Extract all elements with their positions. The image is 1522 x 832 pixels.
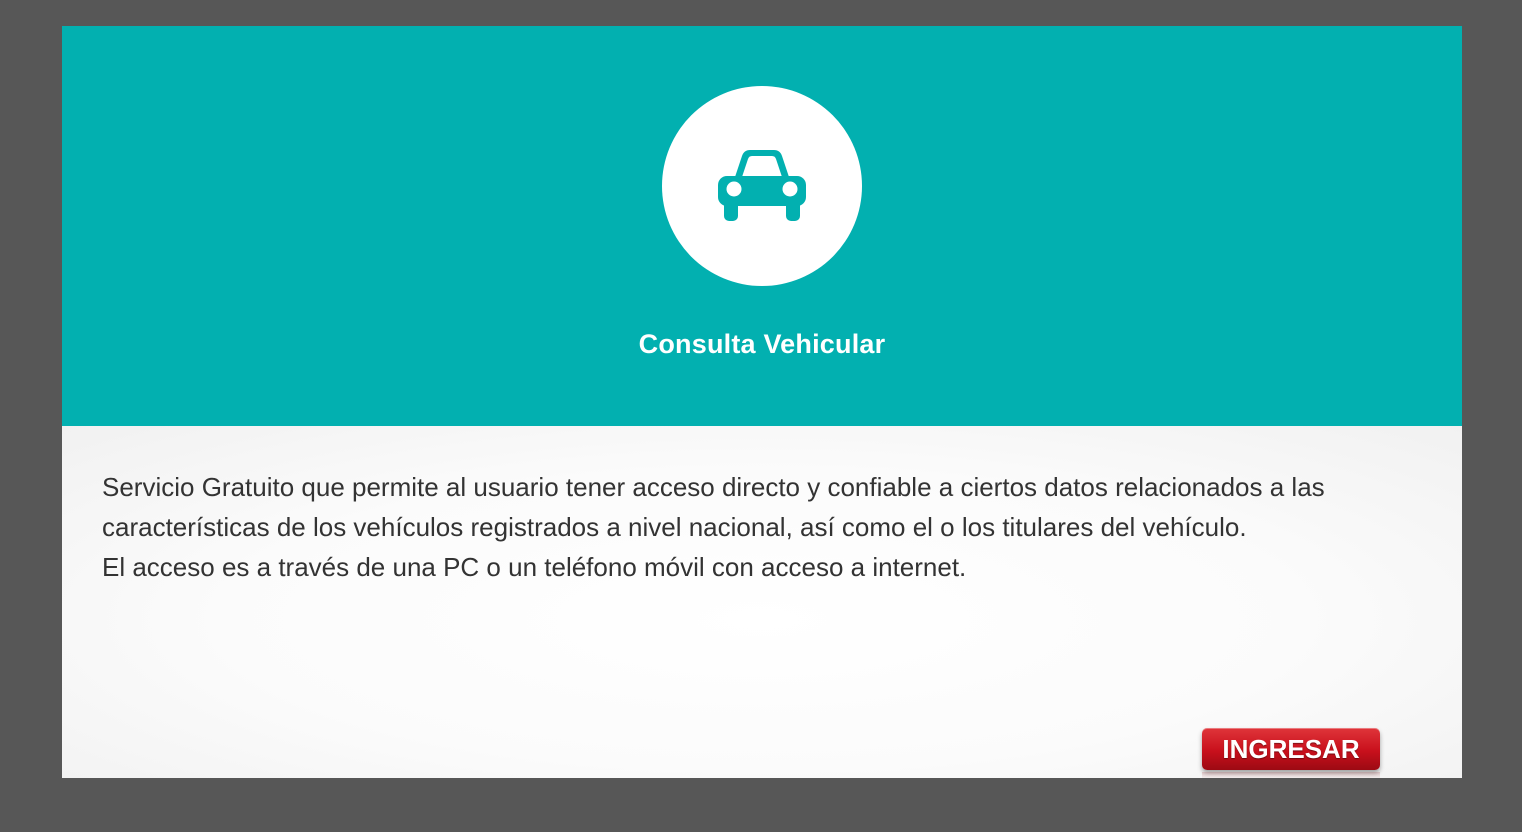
icon-circle — [662, 86, 862, 286]
description-line: Servicio Gratuito que permite al usuario… — [102, 472, 1325, 502]
card-title: Consulta Vehicular — [638, 329, 886, 359]
button-reflection — [1202, 772, 1380, 778]
card-body: Servicio Gratuito que permite al usuario… — [62, 426, 1462, 778]
service-description: Servicio Gratuito que permite al usuario… — [102, 467, 1442, 587]
card-header: Consulta Vehicular — [62, 26, 1462, 426]
service-card: Consulta Vehicular Servicio Gratuito que… — [62, 26, 1462, 778]
ingresar-button[interactable]: INGRESAR — [1202, 728, 1380, 770]
car-icon — [718, 150, 806, 221]
description-line: características de los vehículos registr… — [102, 512, 1247, 542]
description-line: El acceso es a través de una PC o un tel… — [102, 552, 967, 582]
